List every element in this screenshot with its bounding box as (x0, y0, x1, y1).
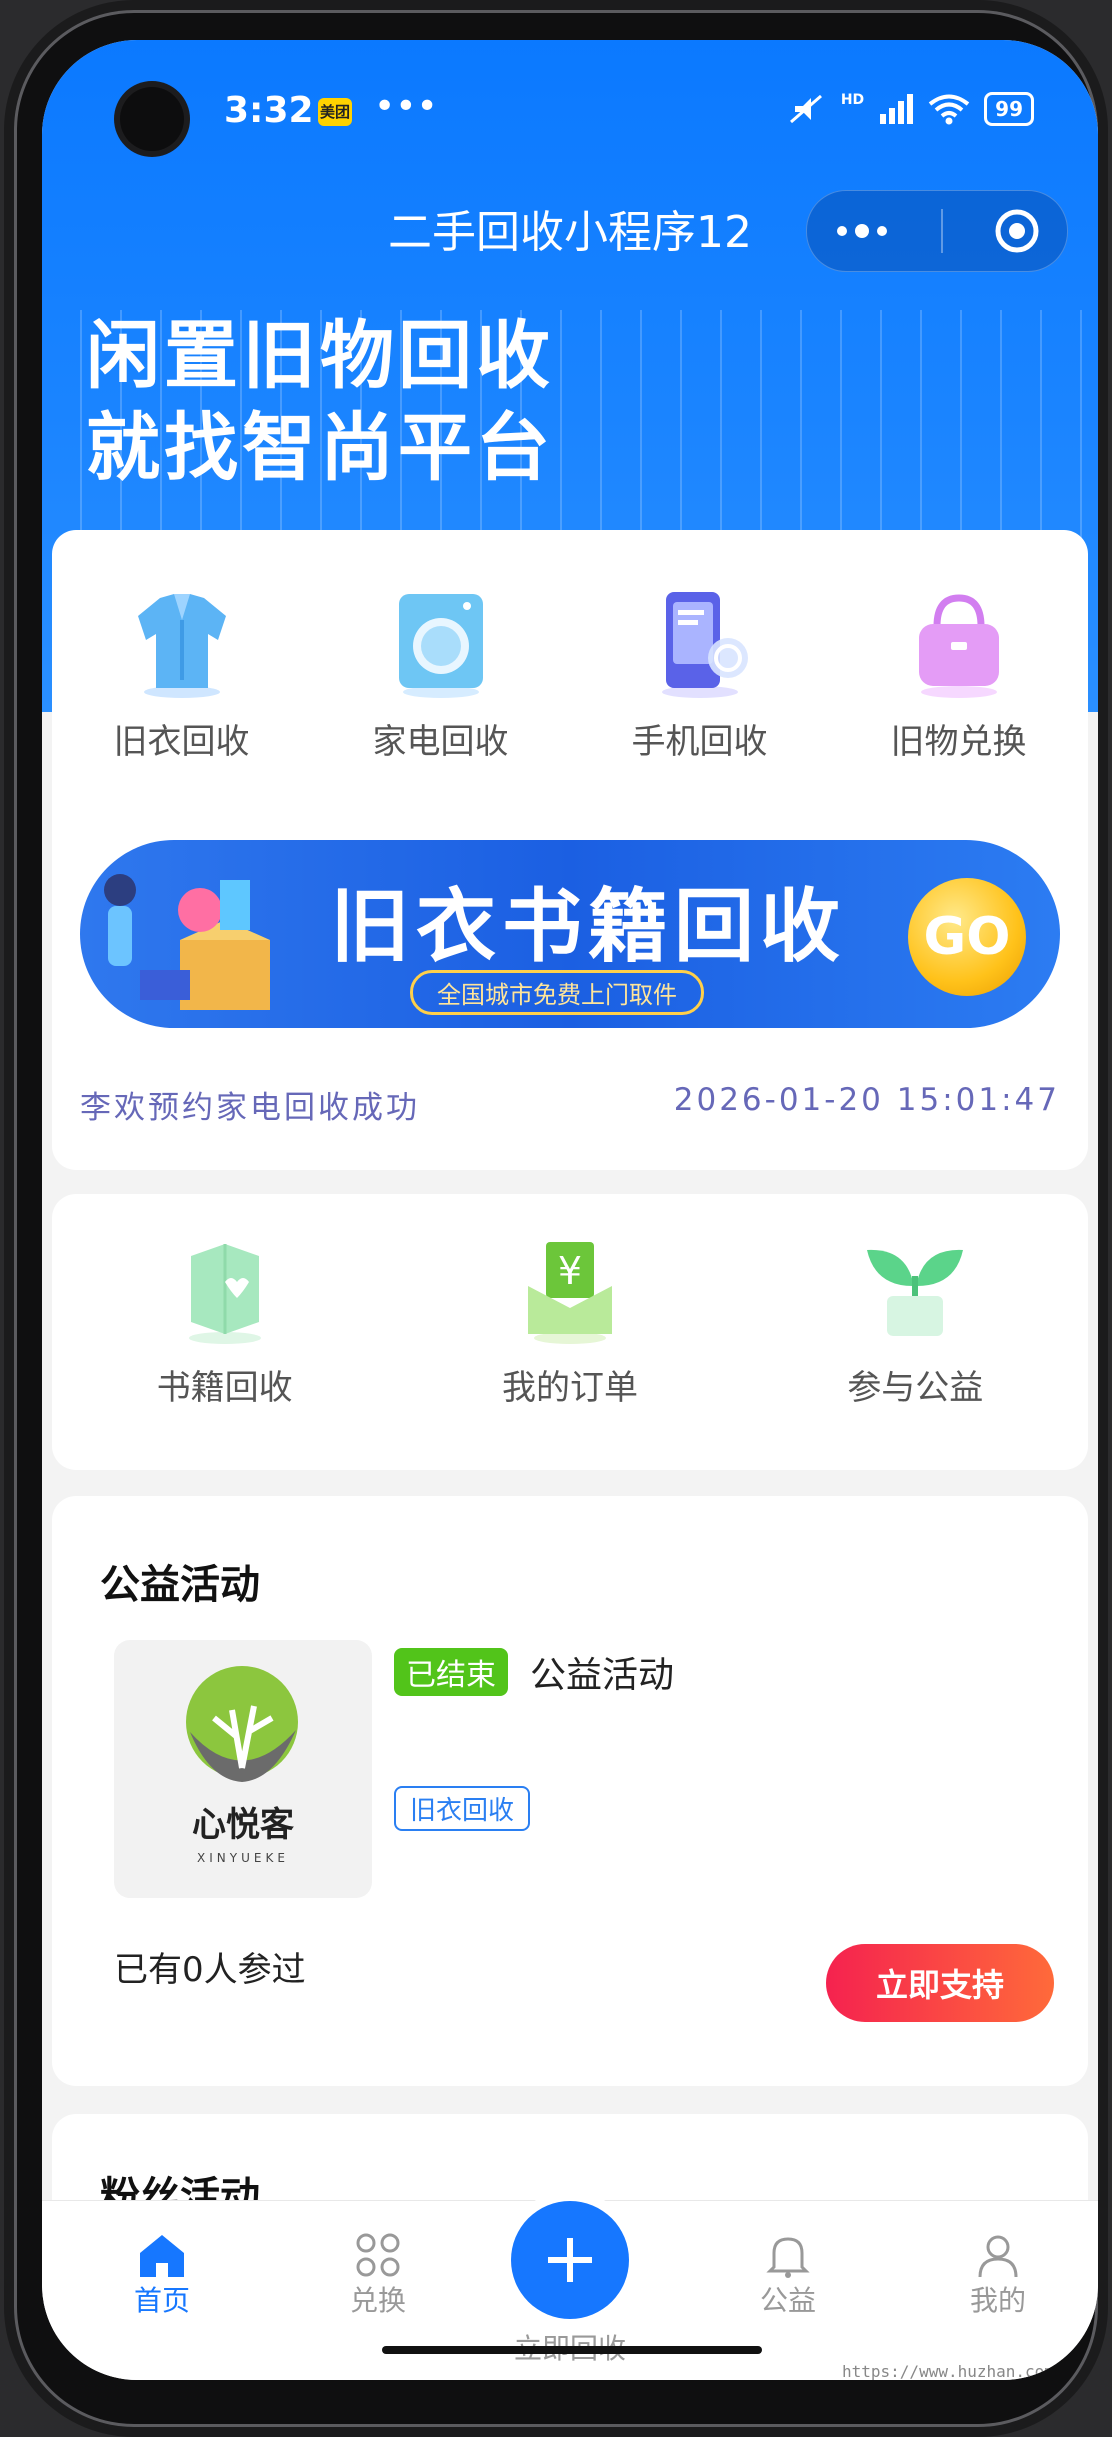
wifi-icon (928, 94, 970, 125)
plus-icon (548, 2238, 592, 2282)
hero-slogan: 闲置旧物回收 就找智尚平台 (86, 310, 554, 494)
miniprogram-capsule (806, 190, 1068, 272)
category-label: 旧物兑换 (890, 722, 1027, 762)
shortcut-label: 书籍回收 (156, 1368, 293, 1408)
shortcut-item-charity[interactable]: 参与公益 (743, 1236, 1088, 1409)
status-bar: 3:32 美团 ••• HD 99 (42, 40, 1098, 151)
home-indicator[interactable] (382, 2346, 762, 2354)
status-icons: HD 99 (787, 92, 1034, 126)
tab-label: 首页 (133, 2284, 190, 2317)
category-item-appliance[interactable]: 家电回收 (311, 590, 570, 763)
shortcut-label: 我的订单 (501, 1368, 638, 1408)
notice-ticker: 李欢预约家电回收成功 2026-01-20 15:01:47 (80, 1082, 1060, 1127)
category-item-phone[interactable]: 手机回收 (570, 590, 829, 763)
participant-count: 已有0人参过 (114, 1950, 306, 1990)
category-grid: 旧衣回收 家电回收 手机回收 旧物兑换 (52, 590, 1088, 763)
category-item-exchange[interactable]: 旧物兑换 (829, 590, 1088, 763)
app-screen: 3:32 美团 ••• HD 99 二手回收小程序12 闲置旧物回收 就找智尚平… (42, 40, 1098, 2380)
status-badge: 已结束 (394, 1648, 508, 1696)
clothes-icon (137, 594, 226, 698)
phone-frame: 3:32 美团 ••• HD 99 二手回收小程序12 闲置旧物回收 就找智尚平… (14, 10, 1098, 2427)
category-label: 家电回收 (372, 722, 509, 762)
banner-illustration (104, 874, 270, 1010)
phone-icon (661, 592, 748, 698)
promo-banner[interactable]: 旧衣书籍回收 全国城市免费上门取件 GO (80, 840, 1060, 1028)
notice-text: 李欢预约家电回收成功 (80, 1090, 420, 1126)
book-box-icon (188, 1244, 261, 1344)
xinyueke-logo: 心悦客 XINYUEKE (186, 1666, 298, 1865)
tab-home[interactable]: 首页 (92, 2231, 232, 2319)
activity-thumbnail[interactable]: 心悦客 XINYUEKE (114, 1640, 372, 1898)
shortcut-item-books[interactable]: 书籍回收 (52, 1236, 397, 1409)
hero-line-1: 闲置旧物回收 (86, 313, 554, 399)
support-button[interactable]: 立即支持 (826, 1944, 1054, 2022)
category-label: 手机回收 (631, 722, 768, 762)
grid-icon (356, 2233, 400, 2277)
watermark: https://www.huzhan.com/ishop7751 (842, 2362, 1098, 2380)
banner-subtitle: 全国城市免费上门取件 (410, 970, 704, 1015)
category-item-clothes[interactable]: 旧衣回收 (52, 590, 311, 763)
menu-dots-icon[interactable] (832, 221, 892, 241)
sprout-icon (867, 1249, 964, 1336)
hd-signal-label: HD (840, 92, 865, 108)
hero-line-2: 就找智尚平台 (86, 405, 554, 491)
banner-go-button[interactable]: GO (908, 878, 1026, 996)
yuan-order-icon: ¥ (527, 1242, 612, 1344)
user-icon (978, 2235, 1018, 2278)
notice-time: 2026-01-20 15:01:47 (673, 1082, 1060, 1118)
front-camera (120, 87, 184, 151)
category-label: 旧衣回收 (113, 722, 250, 762)
tab-label: 公益 (759, 2284, 816, 2317)
banner-title: 旧衣书籍回收 (330, 880, 846, 973)
nav-bar: 二手回收小程序12 (42, 180, 1098, 280)
tab-label: 我的 (969, 2284, 1026, 2317)
more-notifications-icon: ••• (374, 86, 438, 127)
shortcut-grid: 书籍回收 ¥ 我的订单 参与公益 (52, 1236, 1088, 1409)
capsule-divider (940, 209, 943, 253)
meituan-notification-icon: 美团 (318, 98, 352, 126)
tab-mine[interactable]: 我的 (928, 2231, 1068, 2319)
charity-card: 公益活动 心悦客 XINYUEKE 已结束 公益活动 旧衣回收 已有0人参过 立即… (52, 1496, 1088, 2086)
logo-sub: XINYUEKE (197, 1851, 289, 1865)
washing-machine-icon (398, 594, 483, 698)
cell-signal-icon (880, 94, 914, 124)
activity-tag: 旧衣回收 (394, 1786, 531, 1831)
shortcut-card: 书籍回收 ¥ 我的订单 参与公益 (52, 1194, 1088, 1470)
status-time: 3:32 (224, 90, 314, 131)
section-title: 公益活动 (100, 1562, 260, 1608)
bell-icon (766, 2237, 810, 2278)
bag-icon (918, 594, 999, 698)
recycle-plus-button[interactable] (511, 2201, 629, 2319)
tab-charity[interactable]: 公益 (718, 2231, 858, 2319)
category-card: 旧衣回收 家电回收 手机回收 旧物兑换 旧衣书籍回收 全国城市免费上门取件 GO… (52, 530, 1088, 1170)
logo-name: 心悦客 (192, 1805, 294, 1845)
home-icon (140, 2235, 184, 2277)
close-miniprogram-icon[interactable] (992, 206, 1042, 256)
svg-text:¥: ¥ (558, 1249, 582, 1293)
tab-exchange[interactable]: 兑换 (308, 2231, 448, 2319)
shortcut-item-orders[interactable]: ¥ 我的订单 (397, 1236, 742, 1409)
shortcut-label: 参与公益 (847, 1368, 984, 1408)
activity-title[interactable]: 公益活动 (530, 1646, 674, 1698)
tab-label: 兑换 (349, 2284, 406, 2317)
mute-icon (789, 94, 822, 124)
battery-icon: 99 (984, 92, 1034, 126)
